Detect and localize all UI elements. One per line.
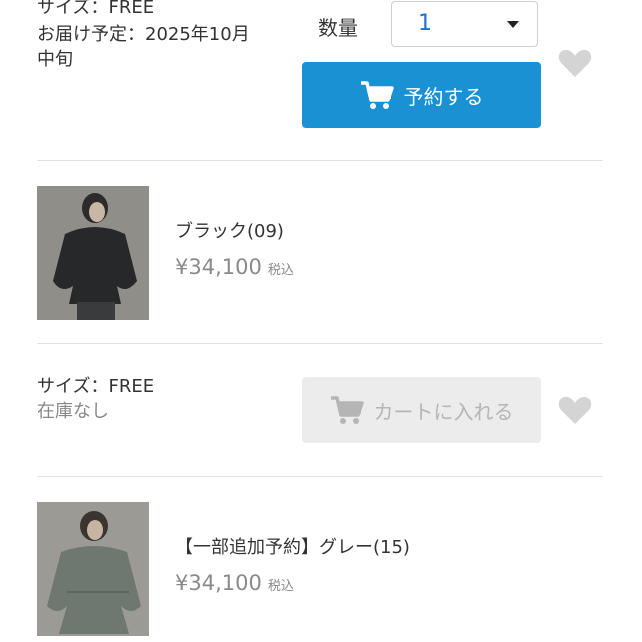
price-black: ¥34,100 [175,255,262,279]
product-image-gray[interactable] [37,502,149,636]
favorite-heart-icon[interactable] [558,48,592,78]
size-label-black: サイズ：FREE [37,376,155,397]
product-image-black[interactable] [37,186,149,320]
price-block-black: ¥34,100 税込 [175,255,294,279]
delivery-date-line1: お届け予定：2025年10月 [37,24,250,45]
reserve-button-label: 予約する [403,84,484,109]
model-photo-gray [37,502,149,636]
cart-icon [330,396,364,424]
price-block-gray: ¥34,100 税込 [175,571,294,595]
delivery-date-line2: 中旬 [37,49,73,70]
divider [37,160,603,161]
divider [37,343,603,344]
model-photo-black [37,186,149,320]
tax-label-gray: 税込 [267,579,294,594]
add-to-cart-label: カートに入れる [373,399,514,424]
cart-icon [360,81,394,109]
favorite-heart-icon[interactable] [558,395,592,425]
stock-status-black: 在庫なし [37,401,109,422]
quantity-select[interactable]: 1 [391,1,538,47]
tax-label-black: 税込 [267,263,294,278]
chevron-down-icon [507,21,519,28]
product-name-black[interactable]: ブラック(09) [175,220,284,244]
reserve-button[interactable]: 予約する [302,62,541,128]
divider [37,476,603,477]
quantity-label: 数量 [318,16,358,40]
size-label: サイズ：FREE [37,0,155,18]
add-to-cart-button-disabled[interactable]: カートに入れる [302,377,541,443]
product-name-gray[interactable]: 【一部追加予約】グレー(15) [175,536,410,560]
quantity-value: 1 [418,11,432,36]
price-gray: ¥34,100 [175,571,262,595]
